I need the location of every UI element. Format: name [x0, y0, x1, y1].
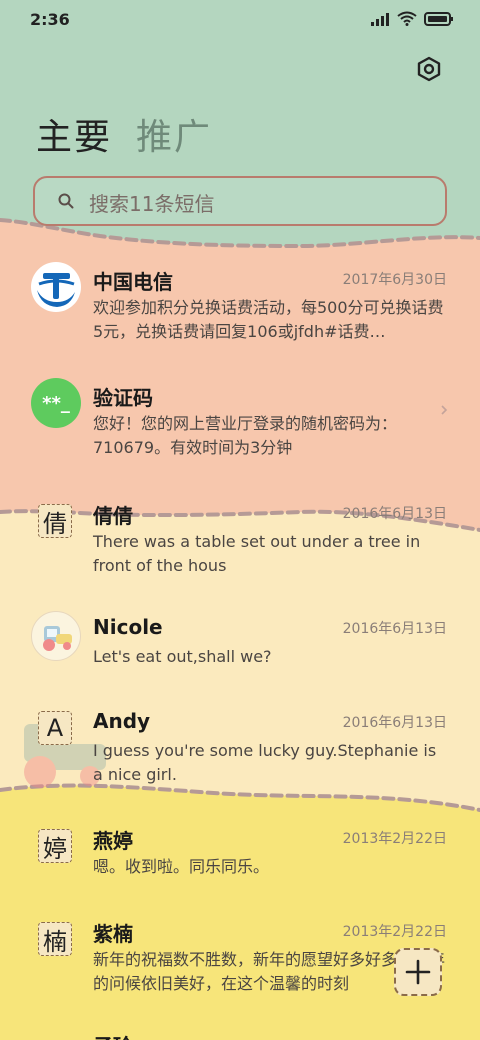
- china-telecom-logo-icon: [31, 262, 81, 312]
- message-date: 2013年2月22日: [342, 924, 447, 940]
- message-preview: Let's eat out,shall we?: [93, 647, 272, 666]
- conversation-item[interactable]: 倩 倩倩 2016年6月13日 There was a table set ou…: [0, 500, 480, 584]
- conversation-item[interactable]: **_ 验证码 您好！您的网上营业厅登录的随机密码为：710679。有效时间为3…: [0, 378, 480, 466]
- message-date: 2016年6月13日: [342, 506, 447, 522]
- sender-name: 燕婷: [93, 829, 133, 853]
- conversation-item[interactable]: Nicole 2016年6月13日 Let's eat out,shall we…: [0, 611, 480, 685]
- conversation-item[interactable]: 子玲: [0, 1030, 480, 1040]
- compose-button[interactable]: [394, 948, 442, 996]
- chevron-right-icon: [441, 405, 448, 415]
- sender-name: 紫楠: [93, 922, 133, 946]
- wifi-icon: [397, 11, 417, 26]
- message-preview: 您好！您的网上营业厅登录的随机密码为：710679。有效时间为3分钟: [93, 414, 398, 457]
- contact-avatar: 婷: [38, 829, 72, 863]
- status-time: 2:36: [30, 10, 70, 29]
- plus-icon: [405, 959, 431, 985]
- conversation-item[interactable]: A Andy 2016年6月13日 I guess you're some lu…: [0, 709, 480, 793]
- battery-icon: [424, 11, 453, 26]
- message-preview: I guess you're some lucky guy.Stephanie …: [93, 741, 437, 784]
- conversation-item[interactable]: 婷 燕婷 2013年2月22日 嗯。收到啦。同乐同乐。: [0, 825, 480, 895]
- gear-icon: [417, 56, 441, 82]
- message-preview: There was a table set out under a tree i…: [93, 532, 421, 575]
- message-preview: 欢迎参加积分兑换话费活动，每500分可兑换话费5元，兑换话费请回复106或jfd…: [93, 298, 444, 341]
- contact-avatar: 楠: [38, 922, 72, 956]
- toy-tractor-icon: [31, 611, 81, 661]
- sender-name: 倩倩: [93, 504, 133, 528]
- status-bar: 2:36: [0, 0, 480, 42]
- sender-name: Nicole: [93, 615, 163, 639]
- category-tabs: 主要 推广: [36, 108, 212, 160]
- message-date: 2016年6月13日: [342, 715, 447, 731]
- conversation-item[interactable]: 中国电信 2017年6月30日 欢迎参加积分兑换话费活动，每500分可兑换话费5…: [0, 262, 480, 350]
- sender-name: 子玲: [93, 1030, 133, 1040]
- search-input[interactable]: 搜索11条短信: [33, 176, 447, 226]
- message-date: 2016年6月13日: [342, 621, 447, 637]
- verification-code-avatar: **_: [31, 378, 81, 428]
- tab-main[interactable]: 主要: [36, 108, 112, 160]
- settings-button[interactable]: [416, 56, 442, 82]
- sender-name: Andy: [93, 709, 151, 733]
- contact-avatar: 倩: [38, 504, 72, 538]
- sender-name: 中国电信: [93, 270, 173, 294]
- message-preview: 新年的祝福数不胜数，新年的愿望好多好多，新年的问候依旧美好，在这个温馨的时刻: [93, 950, 445, 993]
- message-date: 2017年6月30日: [342, 272, 447, 288]
- tab-promotions[interactable]: 推广: [136, 108, 212, 160]
- search-placeholder: 搜索11条短信: [89, 192, 215, 216]
- contact-avatar: A: [38, 711, 72, 745]
- search-icon: [58, 193, 74, 209]
- signal-icon: [371, 12, 389, 26]
- message-preview: 嗯。收到啦。同乐同乐。: [93, 857, 270, 876]
- message-date: 2013年2月22日: [342, 831, 447, 847]
- sender-name: 验证码: [93, 386, 153, 410]
